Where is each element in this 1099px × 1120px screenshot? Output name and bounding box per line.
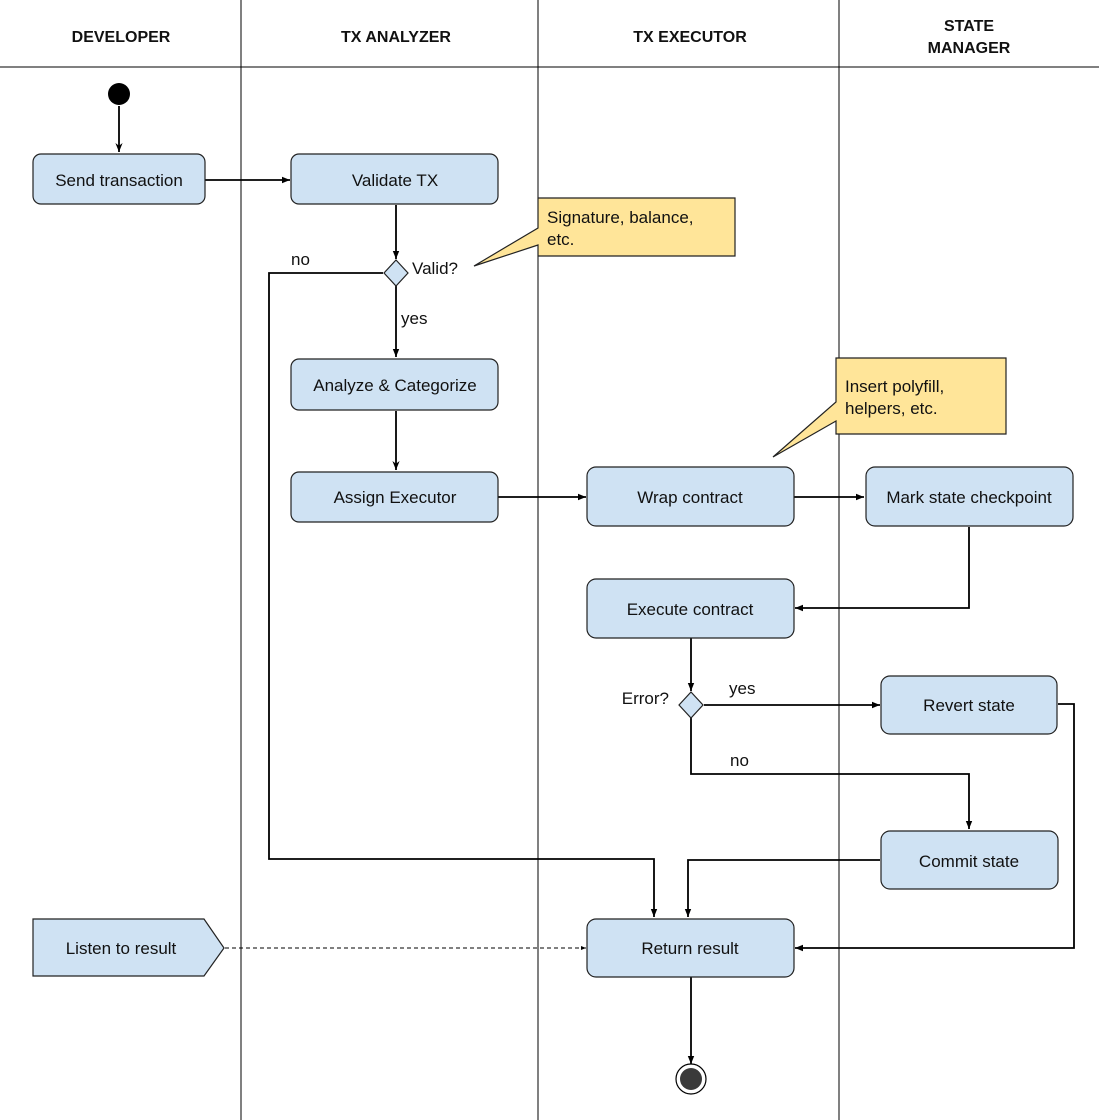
activity-label: Revert state [923, 696, 1015, 715]
lane-title-tx-executor: TX EXECUTOR [633, 29, 747, 46]
note-line: Signature, balance, [547, 208, 694, 227]
activity-label: Send transaction [55, 171, 183, 190]
activity-execute-contract[interactable]: Execute contract [586, 578, 795, 639]
activity-label: Return result [641, 939, 739, 958]
edge-label-valid-yes: yes [401, 309, 427, 328]
lane-title-state-manager-line1: STATE [944, 18, 994, 35]
activity-commit-state[interactable]: Commit state [880, 830, 1059, 890]
activity-send-transaction[interactable]: Send transaction [32, 153, 206, 205]
note-line: etc. [547, 230, 574, 249]
initial-node-icon [108, 83, 130, 105]
activity-label: Listen to result [66, 939, 177, 958]
activity-assign-executor[interactable]: Assign Executor [290, 471, 499, 523]
edge-revert-to-return [795, 703, 1075, 952]
decision-valid[interactable]: Valid? [383, 259, 458, 287]
final-node-icon [675, 1063, 707, 1095]
lane-title-tx-analyzer: TX ANALYZER [341, 29, 451, 46]
note-validation-details: Signature, balance, etc. [473, 197, 736, 267]
activity-label: Mark state checkpoint [886, 488, 1052, 507]
note-line: Insert polyfill, [845, 377, 944, 396]
decision-diamond-icon [383, 259, 409, 287]
activity-label: Execute contract [627, 600, 754, 619]
activity-wrap-contract[interactable]: Wrap contract [586, 466, 795, 527]
note-wrap-details: Insert polyfill, helpers, etc. [772, 357, 1007, 458]
activity-validate-tx[interactable]: Validate TX [290, 153, 499, 205]
decision-error[interactable]: Error? [622, 689, 704, 719]
note-line: helpers, etc. [845, 399, 938, 418]
activity-label: Validate TX [352, 171, 438, 190]
lane-title-state-manager-line2: MANAGER [928, 40, 1011, 57]
edge-error-no [690, 718, 973, 829]
edge-label-valid-no: no [291, 250, 310, 269]
activity-revert-state[interactable]: Revert state [880, 675, 1058, 735]
lane-title-developer: DEVELOPER [72, 29, 171, 46]
edge-label-error-yes: yes [729, 679, 755, 698]
edge-mark-to-execute [795, 527, 970, 612]
activity-label: Commit state [919, 852, 1019, 871]
activity-label: Analyze & Categorize [313, 376, 476, 395]
activity-diagram: DEVELOPER TX ANALYZER TX EXECUTOR STATE … [0, 0, 1099, 1120]
decision-diamond-icon [678, 691, 704, 719]
activity-label: Wrap contract [637, 488, 743, 507]
activity-label: Assign Executor [334, 488, 457, 507]
activity-analyze-categorize[interactable]: Analyze & Categorize [290, 358, 499, 411]
decision-label: Valid? [412, 259, 458, 278]
edge-label-error-no: no [730, 751, 749, 770]
activity-mark-state-checkpoint[interactable]: Mark state checkpoint [865, 466, 1074, 527]
accept-event-listen-to-result[interactable]: Listen to result [32, 918, 225, 977]
edge-commit-to-return [684, 859, 880, 917]
activity-return-result[interactable]: Return result [586, 918, 795, 978]
decision-label: Error? [622, 689, 669, 708]
